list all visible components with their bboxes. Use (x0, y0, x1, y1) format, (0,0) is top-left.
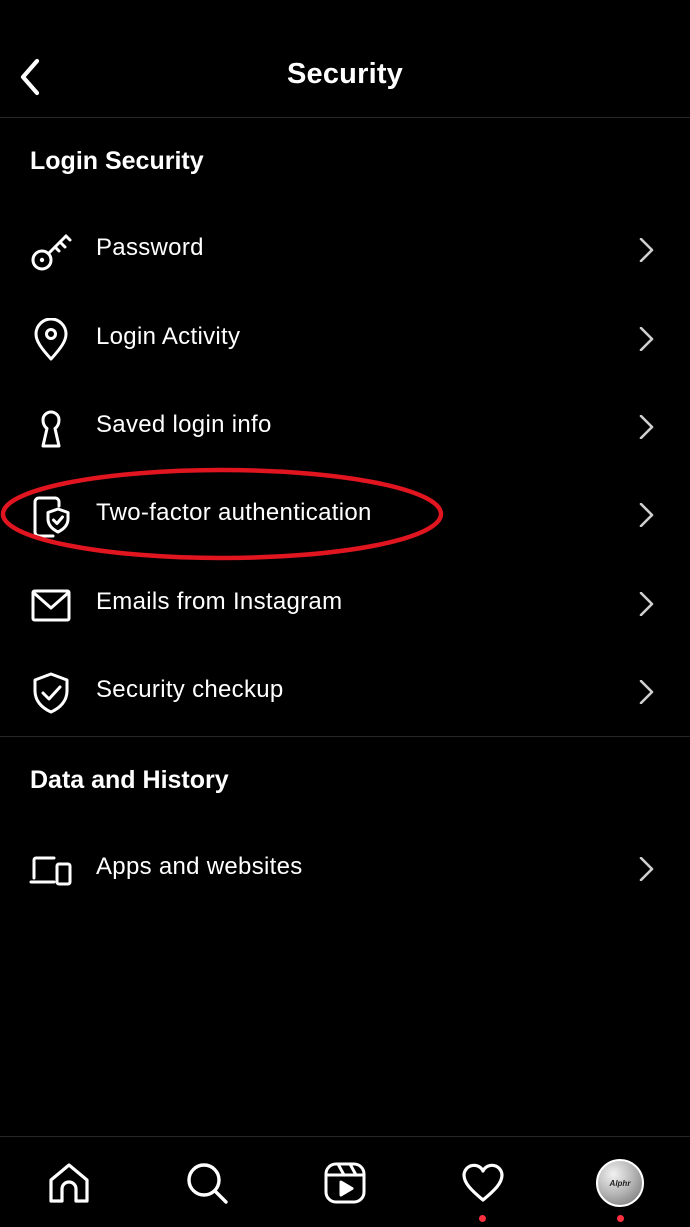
chevron-right-icon (639, 857, 654, 881)
tab-reels[interactable] (305, 1137, 385, 1227)
chevron-right-icon (639, 238, 654, 262)
notification-dot (617, 1215, 624, 1222)
menu-item-label: Login Activity (96, 323, 241, 350)
menu-item-password[interactable]: Password (0, 206, 690, 294)
tab-activity[interactable] (443, 1137, 523, 1227)
menu-item-label: Security checkup (96, 676, 284, 703)
avatar: Alphr (596, 1159, 644, 1207)
chevron-right-icon (639, 503, 654, 527)
reels-icon (324, 1162, 366, 1204)
search-icon (187, 1163, 228, 1204)
heart-icon (462, 1163, 504, 1202)
tab-search[interactable] (167, 1137, 247, 1227)
shield-check-icon (28, 670, 74, 716)
keyhole-icon (28, 405, 74, 451)
menu-item-security-checkup[interactable]: Security checkup (0, 648, 690, 736)
chevron-right-icon (639, 327, 654, 351)
avatar-label: Alphr (609, 1178, 631, 1188)
devices-icon (28, 847, 74, 893)
menu-item-label: Password (96, 234, 204, 261)
page-title: Security (286, 58, 404, 90)
section-title-login-security: Login Security (30, 147, 204, 175)
key-icon (28, 228, 74, 274)
chevron-right-icon (639, 592, 654, 616)
menu-item-emails-from-instagram[interactable]: Emails from Instagram (0, 560, 690, 648)
phone-shield-icon (28, 493, 74, 539)
menu-item-label: Saved login info (96, 411, 272, 438)
chevron-right-icon (639, 415, 654, 439)
menu-item-apps-and-websites[interactable]: Apps and websites (0, 825, 690, 913)
menu-item-saved-login-info[interactable]: Saved login info (0, 383, 690, 471)
tab-home[interactable] (29, 1137, 109, 1227)
tab-profile[interactable]: Alphr (581, 1137, 661, 1227)
menu-item-two-factor-authentication[interactable]: Two-factor authentication (0, 471, 690, 559)
home-icon (49, 1163, 89, 1203)
notification-dot (479, 1215, 486, 1222)
chevron-right-icon (639, 680, 654, 704)
menu-item-label: Two-factor authentication (96, 499, 372, 526)
bottom-tab-bar: Alphr (0, 1136, 690, 1227)
header: Security (0, 0, 690, 118)
menu-item-label: Apps and websites (96, 853, 303, 880)
envelope-icon (28, 582, 74, 628)
section-title-data-and-history: Data and History (30, 766, 229, 794)
menu-item-login-activity[interactable]: Login Activity (0, 295, 690, 383)
menu-item-label: Emails from Instagram (96, 588, 343, 615)
location-pin-icon (28, 317, 74, 363)
section-divider (0, 736, 690, 737)
